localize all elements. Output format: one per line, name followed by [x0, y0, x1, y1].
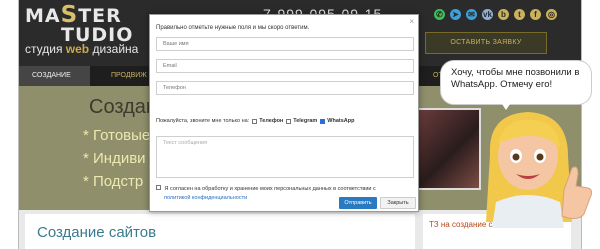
facebook-icon[interactable]: f — [530, 9, 541, 20]
phone-checkbox[interactable] — [252, 118, 258, 124]
leave-request-button[interactable]: ОСТАВИТЬ ЗАЯВКУ — [425, 32, 547, 54]
behance-icon[interactable]: b — [498, 9, 509, 20]
email-field[interactable] — [156, 59, 414, 73]
phone-field[interactable] — [156, 81, 414, 95]
email-icon[interactable]: ✉ — [466, 9, 477, 20]
social-icons: ✆ ➤ ✉ vk b t f ◎ — [434, 9, 557, 20]
avatar-body — [492, 195, 564, 228]
hero-title: Создан — [89, 96, 157, 118]
callback-modal: Правильно отметьте нужные поля и мы скор… — [149, 14, 419, 212]
logo-tagline: студия web дизайна — [25, 42, 139, 56]
message-field[interactable]: Текст сообщения — [156, 136, 414, 178]
telegram-icon[interactable]: ➤ — [450, 9, 461, 20]
modal-heading: Правильно отметьте нужные поля и мы скор… — [156, 25, 310, 31]
close-button[interactable]: Закрыть — [380, 197, 416, 209]
section-title: Создание сайтов — [37, 224, 157, 241]
speech-bubble: Хочу, чтобы мне позвонили в WhatsApp. От… — [440, 60, 592, 105]
avatar — [486, 112, 593, 228]
telegram-checkbox[interactable] — [286, 118, 292, 124]
close-icon[interactable]: × — [409, 17, 414, 26]
contact-preference: Пожалуйста, звоните мне только на: Телеф… — [156, 118, 355, 124]
preference-label: Пожалуйста, звоните мне только на: — [156, 118, 250, 124]
twitter-icon[interactable]: t — [514, 9, 525, 20]
instagram-icon[interactable]: ◎ — [546, 9, 557, 20]
privacy-policy-link[interactable]: политикой конфиденциальности — [156, 195, 247, 201]
consent-checkbox[interactable] — [156, 185, 161, 190]
nav-item-promotion[interactable]: ПРОДВИЖ — [111, 66, 147, 86]
vk-icon[interactable]: vk — [482, 9, 493, 20]
logo[interactable]: MASTER TUDIO — [25, 4, 133, 45]
nav-item-creation[interactable]: СОЗДАНИЕ — [19, 66, 90, 86]
hero-bullet: * Готовые — [83, 127, 151, 144]
avatar-pupil-left — [512, 153, 520, 161]
name-field[interactable] — [156, 37, 414, 51]
content-main: Создание сайтов — [25, 214, 415, 249]
send-button[interactable]: Отправить — [339, 197, 377, 209]
avatar-pupil-right — [536, 153, 544, 161]
whatsapp-icon[interactable]: ✆ — [434, 9, 445, 20]
hero-bullet: * Подстр — [83, 173, 144, 190]
hero-bullet: * Индиви — [83, 150, 146, 167]
whatsapp-checkbox[interactable] — [320, 118, 326, 124]
